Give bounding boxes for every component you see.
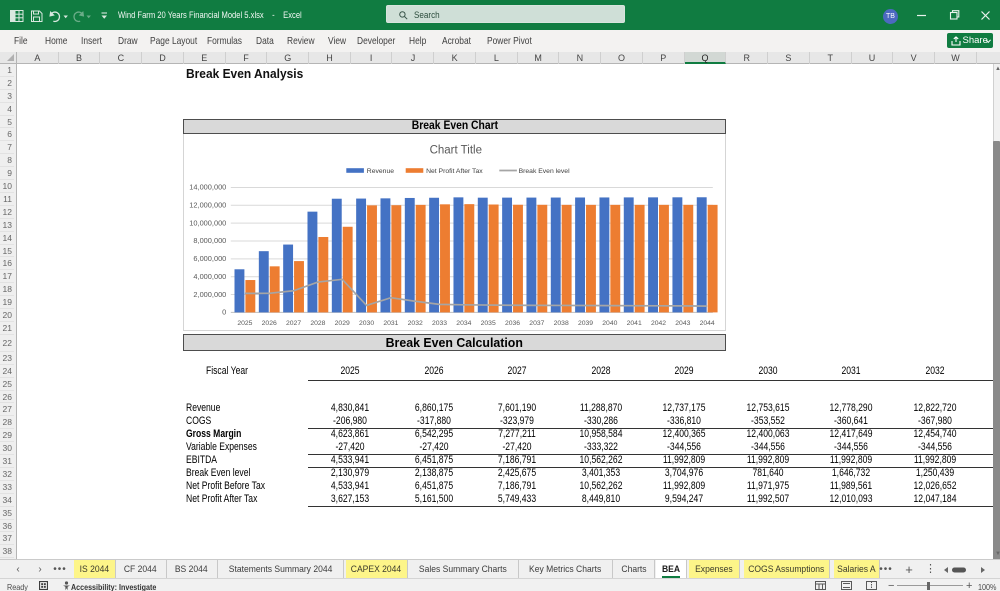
svg-text:2025: 2025	[237, 320, 252, 327]
svg-text:2041: 2041	[626, 320, 641, 327]
svg-text:2036: 2036	[505, 320, 520, 327]
svg-text:2034: 2034	[456, 320, 471, 327]
svg-text:6,000,000: 6,000,000	[193, 254, 226, 263]
svg-text:2038: 2038	[553, 320, 568, 327]
svg-text:2033: 2033	[432, 320, 447, 327]
svg-text:10,000,000: 10,000,000	[189, 218, 226, 227]
svg-text:4,000,000: 4,000,000	[193, 271, 226, 280]
svg-text:2,000,000: 2,000,000	[193, 289, 226, 298]
svg-text:2028: 2028	[310, 320, 325, 327]
svg-text:2037: 2037	[529, 320, 544, 327]
svg-text:2042: 2042	[651, 320, 666, 327]
svg-text:0: 0	[222, 307, 226, 316]
svg-text:2040: 2040	[602, 320, 617, 327]
svg-text:12,000,000: 12,000,000	[189, 200, 226, 209]
svg-text:2031: 2031	[383, 320, 398, 327]
svg-text:2026: 2026	[261, 320, 276, 327]
svg-text:2043: 2043	[675, 320, 690, 327]
svg-text:Chart Title: Chart Title	[429, 144, 481, 156]
svg-text:Revenue: Revenue	[366, 167, 393, 174]
svg-text:2044: 2044	[699, 320, 714, 327]
svg-text:8,000,000: 8,000,000	[193, 236, 226, 245]
svg-text:2030: 2030	[359, 320, 374, 327]
svg-text:Net Profit After Tax: Net Profit After Tax	[426, 167, 483, 174]
svg-text:2039: 2039	[578, 320, 593, 327]
svg-text:Break Even level: Break Even level	[518, 167, 569, 174]
svg-text:2029: 2029	[334, 320, 349, 327]
svg-text:2032: 2032	[407, 320, 422, 327]
svg-text:2027: 2027	[286, 320, 301, 327]
svg-text:14,000,000: 14,000,000	[189, 182, 226, 191]
svg-text:2035: 2035	[480, 320, 495, 327]
